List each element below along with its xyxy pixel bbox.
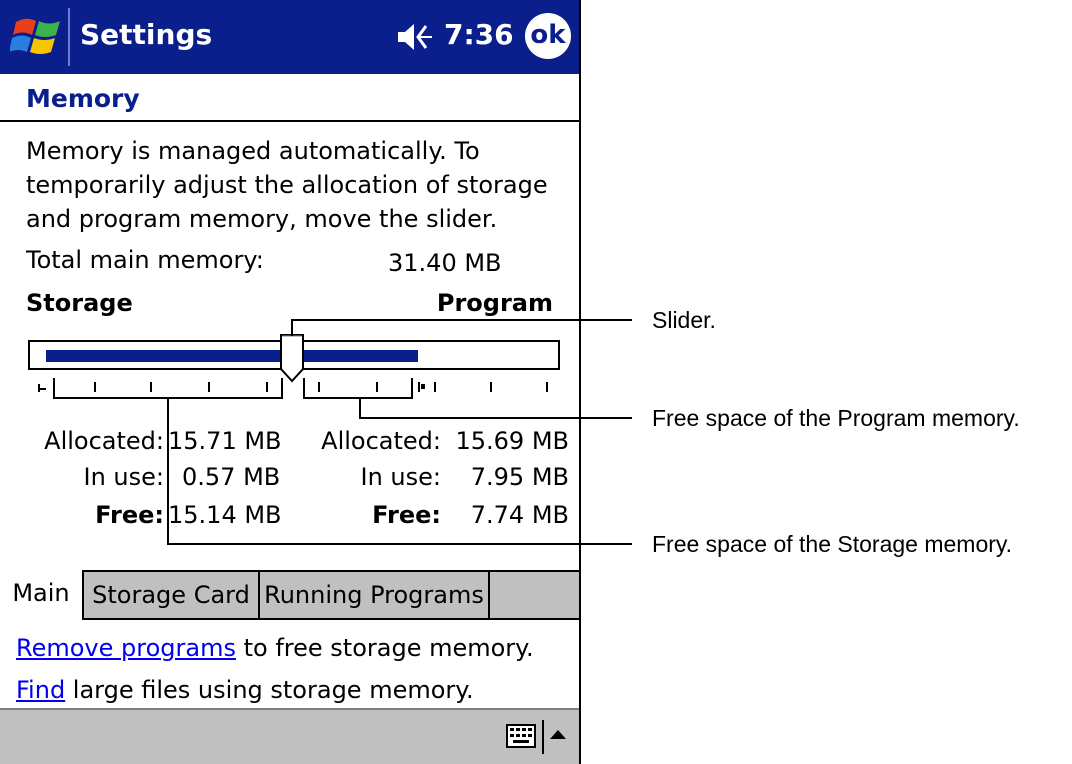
program-free-value: 7.74 MB [470, 501, 569, 529]
storage-in-use-label: In use: [83, 463, 164, 491]
pocket-pc-screen: Settings 7:36 ok Memory Memory is manage… [0, 0, 581, 764]
windows-start-icon[interactable] [10, 12, 66, 62]
remove-programs-link[interactable]: Remove programs [16, 634, 236, 662]
program-in-use-value: 7.95 MB [470, 463, 569, 491]
storage-label: Storage [26, 289, 133, 317]
find-link[interactable]: Find [16, 676, 65, 704]
speaker-icon[interactable] [396, 20, 434, 54]
tick [376, 382, 378, 392]
storage-in-use-value: 0.57 MB [182, 463, 281, 491]
title-bar: Settings 7:36 ok [0, 0, 579, 74]
tick [421, 384, 425, 389]
tick [490, 382, 492, 392]
storage-in-use-row: In use: 0.57 MB [0, 463, 300, 495]
find-files-line: Find large files using storage memory. [16, 676, 474, 704]
remove-programs-line: Remove programs to free storage memory. [16, 634, 534, 662]
storage-allocated-row: Allocated: 15.71 MB [0, 427, 300, 459]
clock[interactable]: 7:36 [444, 18, 514, 51]
program-in-use-row: In use: 7.95 MB [300, 463, 579, 495]
heading-divider [0, 120, 579, 122]
slider-ticks [28, 378, 560, 396]
tick [208, 382, 210, 392]
program-label: Program [436, 289, 553, 317]
tab-running-programs[interactable]: Running Programs [260, 572, 490, 620]
menu-bar [0, 708, 579, 764]
remove-programs-text: to free storage memory. [235, 634, 534, 662]
program-free-callout: Free space of the Program memory. [652, 405, 1020, 431]
program-allocated-value: 15.69 MB [455, 427, 569, 455]
memory-usage-bar [46, 350, 418, 362]
slider-callout: Slider. [652, 307, 716, 333]
app-title: Settings [80, 18, 213, 51]
tick [94, 382, 96, 392]
program-allocated-label: Allocated: [321, 427, 441, 455]
menu-separator [542, 720, 544, 754]
tab-storage-card[interactable]: Storage Card [84, 572, 260, 620]
program-allocated-row: Allocated: 15.69 MB [300, 427, 579, 459]
input-panel-arrow-icon[interactable] [550, 730, 566, 739]
tick [318, 382, 320, 392]
tick [40, 388, 46, 390]
page-title: Memory [26, 84, 140, 113]
description-text: Memory is managed automatically. To temp… [26, 137, 548, 233]
title-separator [68, 8, 70, 66]
storage-free-row: Free: 15.14 MB [0, 501, 300, 533]
program-in-use-label: In use: [360, 463, 441, 491]
tab-main[interactable]: Main [0, 570, 84, 620]
keyboard-icon[interactable] [506, 724, 536, 748]
find-files-text: large files using storage memory. [65, 676, 474, 704]
tick [150, 382, 152, 392]
total-memory-label: Total main memory: [26, 246, 264, 274]
slider-thumb[interactable] [278, 333, 306, 383]
tick [266, 382, 268, 392]
storage-free-label: Free: [95, 501, 164, 529]
storage-allocated-value: 15.71 MB [168, 427, 282, 455]
tick [546, 382, 548, 392]
ok-button[interactable]: ok [525, 13, 571, 59]
tab-bar: Main Storage Card Running Programs [0, 570, 579, 620]
storage-free-value: 15.14 MB [168, 501, 282, 529]
storage-allocated-label: Allocated: [44, 427, 164, 455]
program-free-row: Free: 7.74 MB [300, 501, 579, 533]
storage-free-callout: Free space of the Storage memory. [652, 531, 1013, 557]
program-free-label: Free: [372, 501, 441, 529]
total-memory-value: 31.40 MB [388, 249, 502, 277]
tick [434, 382, 436, 392]
tick [418, 382, 420, 392]
